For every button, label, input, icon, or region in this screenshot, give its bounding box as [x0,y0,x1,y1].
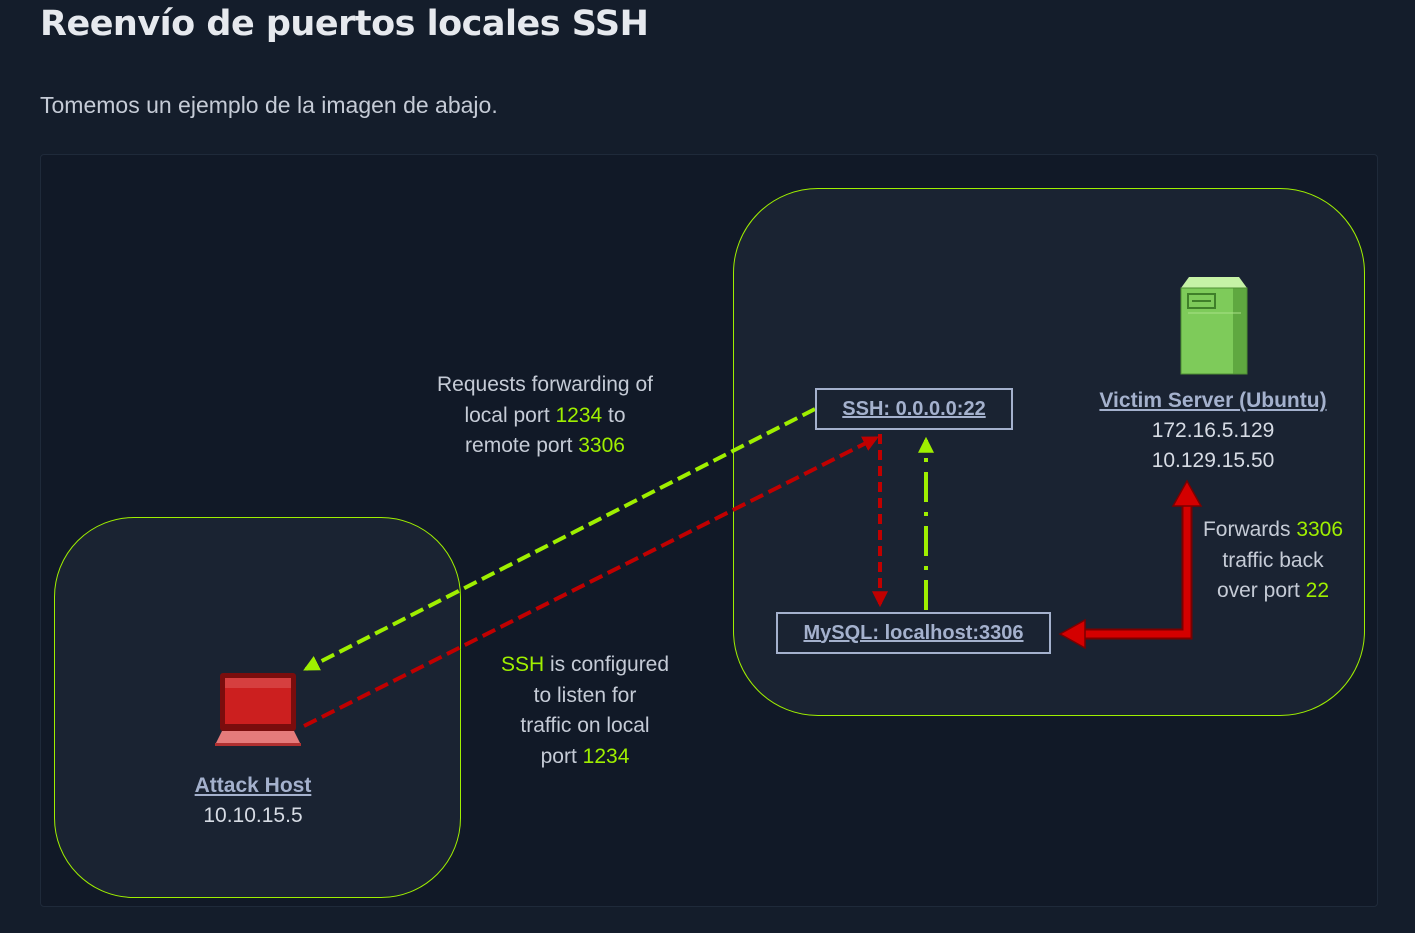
page: Reenvío de puertos locales SSH Tomemos u… [0,0,1415,933]
attack-host-name: Attack Host [194,774,312,797]
victim-ip-2: 10.129.15.50 [1151,449,1275,472]
victim-ip-1: 172.16.5.129 [1151,419,1275,442]
ssh-configured-note: SSH is configured to listen for traffic … [500,653,670,768]
mysql-node: MySQL: localhost:3306 [776,612,1051,654]
ssh-node: SSH: 0.0.0.0:22 [815,388,1013,430]
laptop-icon [215,673,301,746]
forward-return-arrow [1058,479,1203,650]
forwards-back-note: Forwards 3306 traffic back over port 22 [1202,518,1344,602]
attack-host-ip: 10.10.15.5 [203,804,303,827]
request-forwarding-note: Requests forwarding of local port 1234 t… [437,373,653,457]
victim-server-name: Victim Server (Ubuntu) [1099,389,1327,412]
server-icon [1180,277,1248,375]
